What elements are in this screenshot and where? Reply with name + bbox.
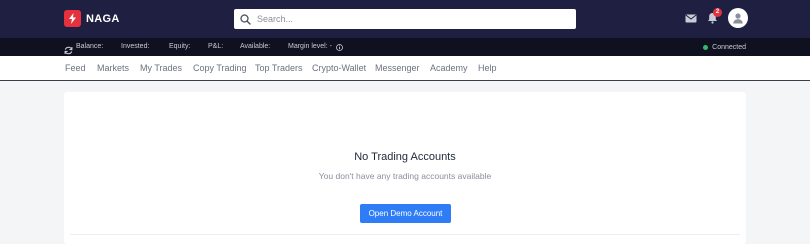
pnl-label: P&L: bbox=[208, 43, 224, 50]
nav-my-trades[interactable]: My Trades bbox=[140, 56, 182, 81]
nav-crypto-wallet[interactable]: Crypto-Wallet bbox=[312, 56, 366, 81]
margin-level: Margin level: - bbox=[288, 38, 343, 56]
top-header: NAGA 2 bbox=[0, 0, 810, 38]
nav-markets[interactable]: Markets bbox=[97, 56, 129, 81]
user-avatar-icon bbox=[733, 13, 743, 24]
notifications-button[interactable]: 2 bbox=[707, 8, 722, 24]
balance-label: Balance: bbox=[76, 43, 104, 50]
equity-label: Equity: bbox=[169, 43, 191, 50]
lightning-logo-icon bbox=[64, 10, 81, 27]
nav-help[interactable]: Help bbox=[478, 56, 497, 81]
messages-button[interactable] bbox=[685, 14, 697, 23]
nav-feed[interactable]: Feed bbox=[65, 56, 86, 81]
main-nav: Feed Markets My Trades Copy Trading Top … bbox=[0, 56, 810, 81]
empty-state-title: No Trading Accounts bbox=[354, 151, 456, 163]
account-status-bar: Balance: Invested: Equity: P&L: Availabl… bbox=[0, 38, 810, 56]
invested-label: Invested: bbox=[121, 43, 150, 50]
notification-badge: 2 bbox=[713, 8, 722, 17]
connection-status: Connected bbox=[703, 38, 746, 56]
nav-copy-trading[interactable]: Copy Trading bbox=[193, 56, 247, 81]
brand-name: NAGA bbox=[86, 12, 120, 25]
refresh-icon bbox=[64, 46, 73, 55]
connection-status-label: Connected bbox=[712, 43, 746, 51]
nav-messenger[interactable]: Messenger bbox=[375, 56, 420, 81]
open-demo-account-button[interactable]: Open Demo Account bbox=[360, 204, 451, 223]
nav-top-traders[interactable]: Top Traders bbox=[255, 56, 303, 81]
empty-state-subtitle: You don't have any trading accounts avai… bbox=[318, 171, 492, 181]
available-label: Available: bbox=[240, 43, 271, 50]
brand-logo[interactable]: NAGA bbox=[64, 10, 120, 27]
accounts-card: No Trading Accounts You don't have any t… bbox=[64, 92, 746, 244]
nav-academy[interactable]: Academy bbox=[430, 56, 468, 81]
margin-level-label: Margin level: - bbox=[288, 43, 332, 50]
info-icon[interactable] bbox=[336, 43, 343, 51]
card-divider bbox=[70, 234, 740, 235]
mail-icon bbox=[685, 14, 697, 22]
search-icon bbox=[240, 13, 251, 25]
search-box[interactable] bbox=[234, 9, 576, 29]
header-actions: 2 bbox=[685, 8, 748, 28]
connection-dot-icon bbox=[703, 44, 709, 50]
user-avatar[interactable] bbox=[728, 8, 748, 28]
search-input[interactable] bbox=[257, 14, 557, 24]
